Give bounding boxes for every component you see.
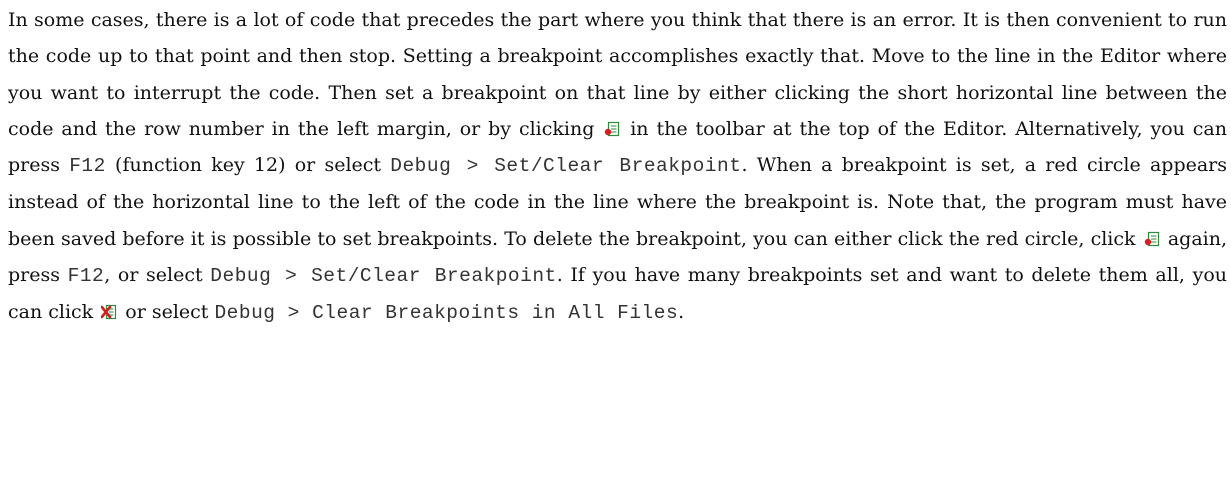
key-f12: F12 xyxy=(67,265,105,288)
text-run: , or select xyxy=(104,264,211,287)
text-run: (function key 12) or select xyxy=(105,154,391,177)
key-f12: F12 xyxy=(69,155,106,178)
breakpoint-paragraph: In some cases, there is a lot of code th… xyxy=(8,2,1227,332)
menu-path-set-clear-breakpoint: Debug > Set/Clear Breakpoint xyxy=(210,265,557,288)
text-run: or select xyxy=(119,301,215,324)
menu-path-set-clear-breakpoint: Debug > Set/Clear Breakpoint xyxy=(390,155,742,178)
set-clear-breakpoint-icon xyxy=(1144,231,1160,247)
clear-all-breakpoints-icon xyxy=(101,304,117,320)
document-page: In some cases, there is a lot of code th… xyxy=(0,0,1231,494)
text-run: . xyxy=(678,301,685,324)
menu-path-clear-breakpoints-all-files: Debug > Clear Breakpoints in All Files xyxy=(214,302,679,325)
set-clear-breakpoint-icon xyxy=(604,121,620,137)
